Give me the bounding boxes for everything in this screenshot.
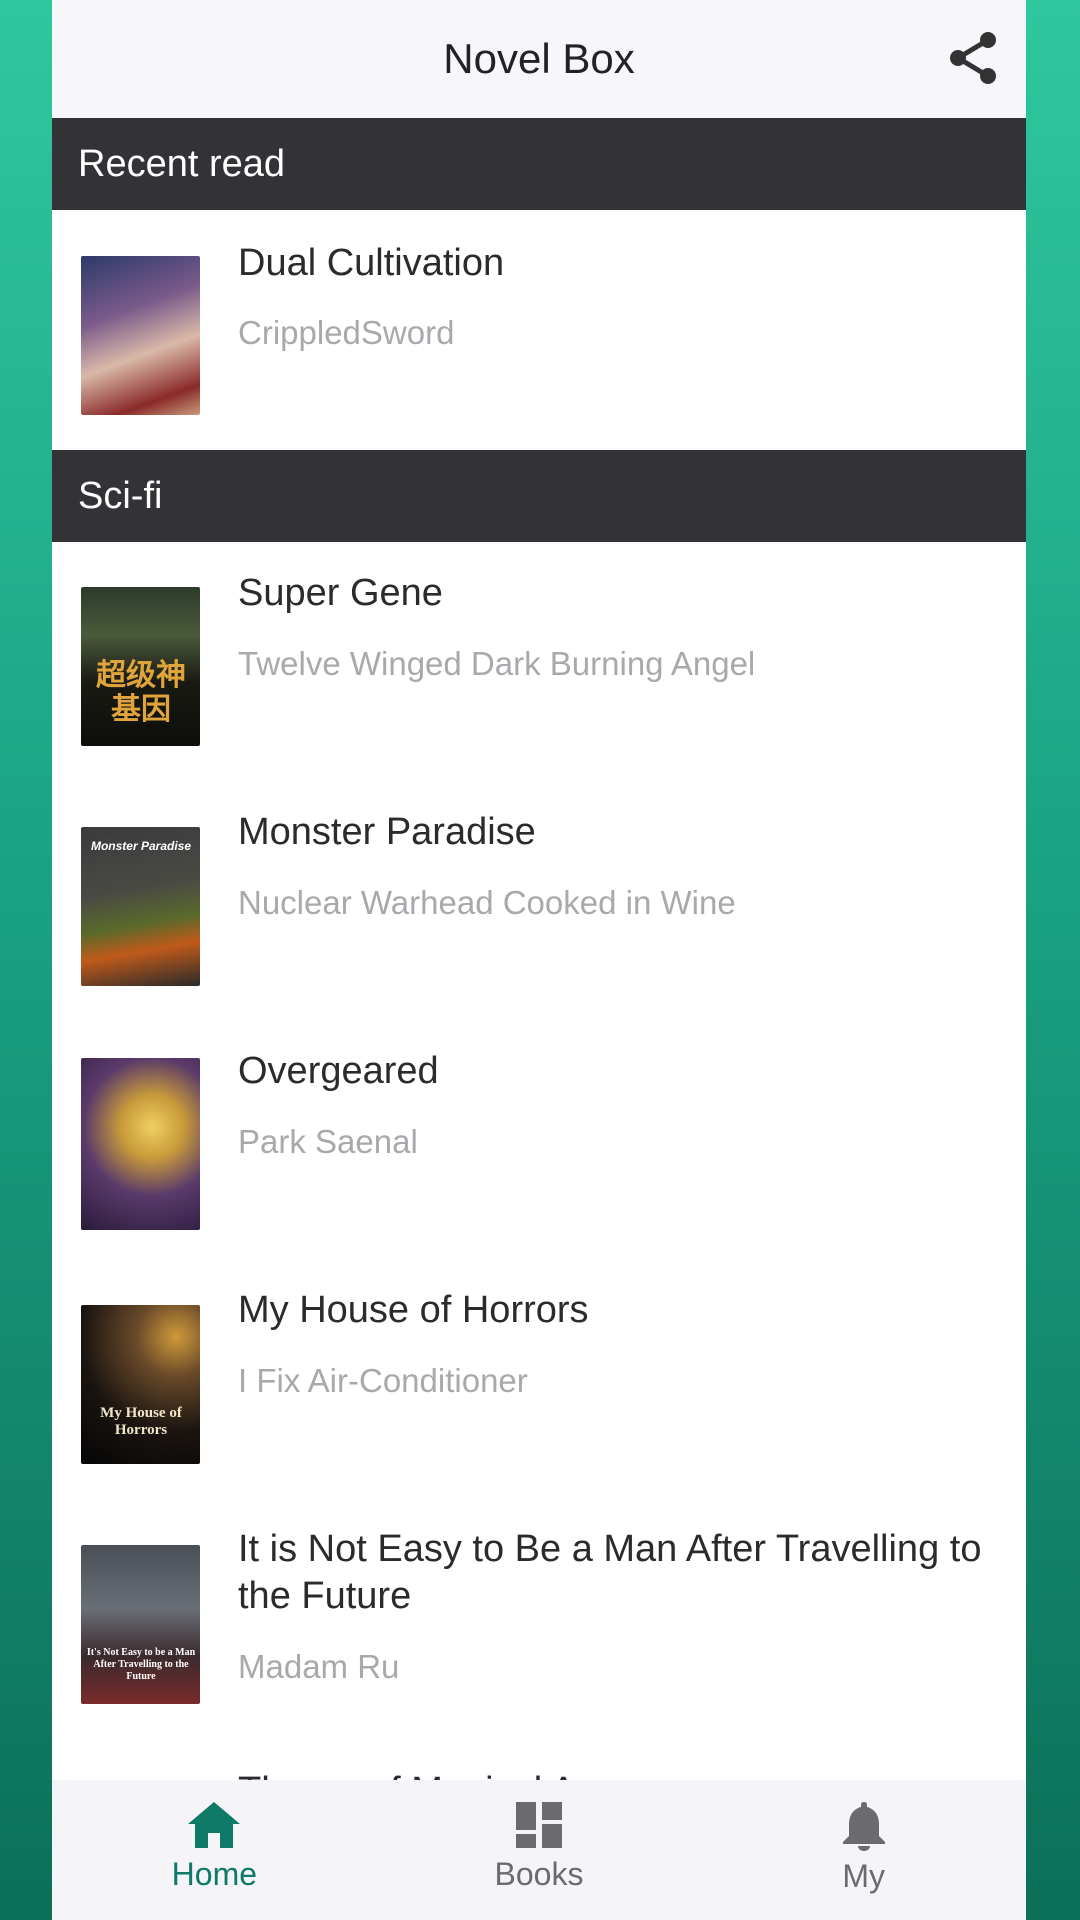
list-item[interactable]: Monster Paradise Monster Paradise Nuclea…	[52, 781, 1026, 1020]
nav-label: Books	[494, 1856, 584, 1892]
section-label: Recent read	[78, 142, 286, 185]
cover-text: Monster Paradise	[90, 839, 192, 853]
book-cover	[81, 256, 200, 415]
list-item[interactable]: Dual Cultivation CrippledSword	[52, 210, 1026, 450]
nav-label: Home	[171, 1856, 258, 1892]
book-cover: 超级神基因	[81, 587, 200, 746]
app-screen: Novel Box Recent read Dual Cultivation C…	[52, 0, 1026, 1920]
nav-label: My	[842, 1858, 885, 1894]
list-item[interactable]: 超级神基因 Super Gene Twelve Winged Dark Burn…	[52, 542, 1026, 781]
home-icon	[188, 1802, 241, 1848]
book-title: Monster Paradise	[238, 811, 536, 853]
cover-text: My House of Horrors	[100, 1405, 182, 1438]
cover-text: 超级神基因	[96, 658, 186, 727]
bottom-navigation: Home Books My	[52, 1780, 1026, 1920]
book-title: It is Not Easy to Be a Man After Travell…	[238, 1528, 982, 1617]
book-title: Dual Cultivation	[238, 242, 505, 284]
nav-books[interactable]: Books	[377, 1780, 702, 1920]
book-cover	[81, 1058, 200, 1230]
section-header-scifi: Sci-fi	[52, 450, 1026, 542]
book-author: CrippledSword	[238, 314, 455, 351]
share-icon[interactable]	[946, 30, 1002, 86]
book-cover: Monster Paradise	[81, 827, 200, 986]
list-item[interactable]: Overgeared Park Saenal	[52, 1020, 1026, 1259]
book-author: I Fix Air-Conditioner	[238, 1362, 528, 1399]
nav-my[interactable]: My	[701, 1780, 1026, 1920]
book-author: Nuclear Warhead Cooked in Wine	[238, 884, 736, 921]
books-grid-icon	[516, 1802, 562, 1848]
app-title: Novel Box	[443, 35, 635, 82]
book-title: Overgeared	[238, 1050, 439, 1092]
cover-text: It's Not Easy to be a Man After Travelli…	[86, 1647, 196, 1682]
section-header-recent: Recent read	[52, 118, 1026, 210]
top-bar: Novel Box	[52, 0, 1026, 118]
book-author: Twelve Winged Dark Burning Angel	[238, 645, 756, 682]
book-cover: My House of Horrors	[81, 1305, 200, 1464]
book-author: Park Saenal	[238, 1123, 418, 1160]
nav-home[interactable]: Home	[52, 1780, 377, 1920]
list-item[interactable]: My House of Horrors My House of Horrors …	[52, 1259, 1026, 1498]
book-cover: It's Not Easy to be a Man After Travelli…	[81, 1545, 200, 1704]
book-title: Super Gene	[238, 572, 443, 614]
list-item[interactable]: It's Not Easy to be a Man After Travelli…	[52, 1498, 1026, 1770]
book-author: Madam Ru	[238, 1648, 400, 1685]
section-label: Sci-fi	[78, 474, 163, 517]
book-title: My House of Horrors	[238, 1289, 589, 1331]
bell-icon	[842, 1802, 885, 1851]
